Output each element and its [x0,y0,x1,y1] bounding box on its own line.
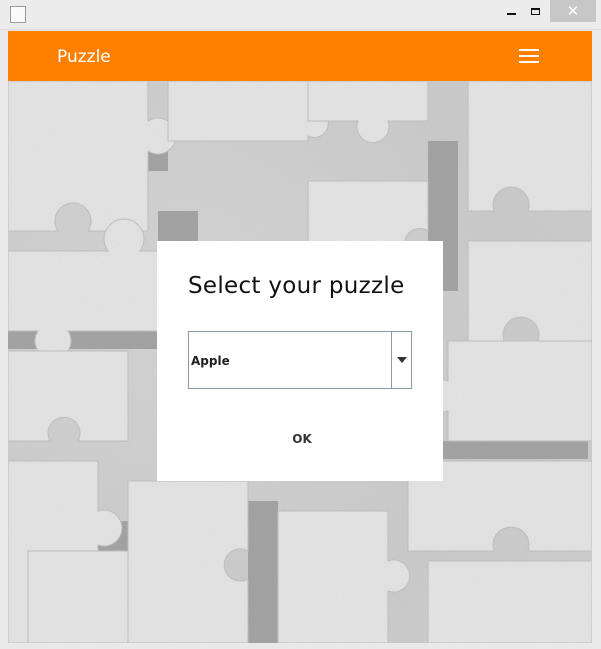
close-button[interactable]: ✕ [550,0,596,22]
hamburger-menu-icon[interactable] [519,49,541,65]
chevron-down-icon [396,357,407,363]
close-icon: ✕ [566,1,580,20]
maximize-icon [530,7,540,15]
dropdown-arrow-button[interactable] [391,332,411,388]
app-title: Puzzle [57,47,111,67]
puzzle-select[interactable]: Apple [188,331,412,389]
maximize-button[interactable] [519,0,551,22]
dialog-title: Select your puzzle [188,273,405,299]
window-titlebar: ✕ [0,0,601,30]
puzzle-select-value: Apple [191,354,230,368]
app-header: Puzzle [8,31,592,81]
select-puzzle-dialog: Select your puzzle Apple OK [157,241,443,481]
minimize-icon [506,13,516,15]
ok-button[interactable]: OK [282,430,322,448]
java-icon [10,6,26,23]
app-frame: Puzzle Select your puzzle Apple OK [8,31,592,643]
